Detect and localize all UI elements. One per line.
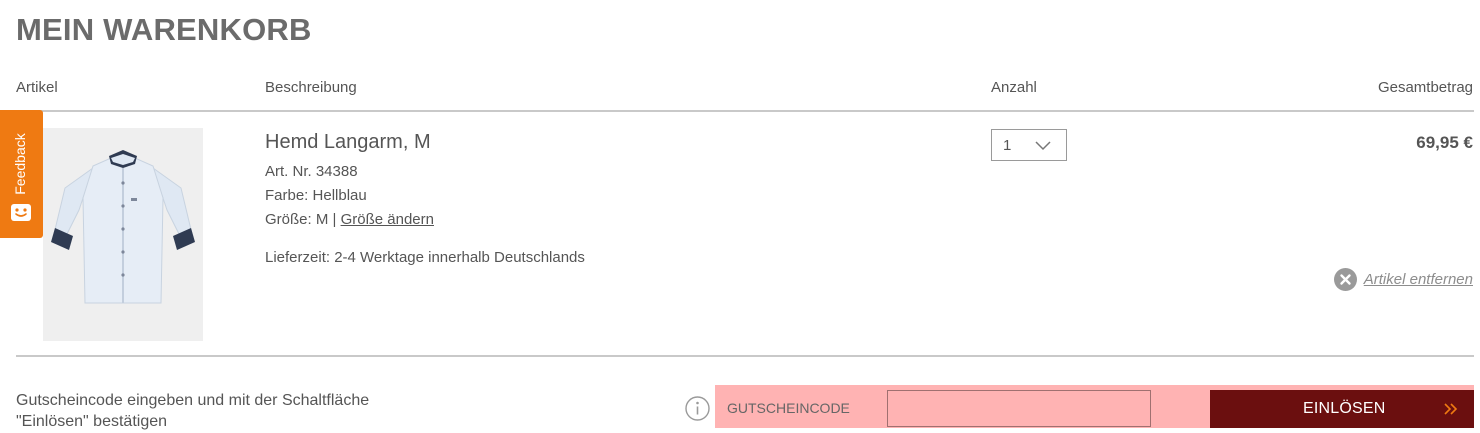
shirt-image-icon xyxy=(43,128,203,341)
feedback-tab[interactable]: Feedback xyxy=(0,110,43,238)
remove-item-label[interactable]: Artikel entfernen xyxy=(1364,271,1473,288)
redeem-button-label: EINLÖSEN xyxy=(1303,400,1386,417)
article-number: Art. Nr. 34388 xyxy=(265,163,358,180)
item-total-price: 69,95 € xyxy=(1416,133,1473,152)
column-header-gesamtbetrag: Gesamtbetrag xyxy=(1377,79,1473,96)
product-color: Farbe: Hellblau xyxy=(265,187,367,204)
column-header-beschreibung: Beschreibung xyxy=(265,79,357,96)
remove-item-button[interactable]: Artikel entfernen xyxy=(1333,268,1473,291)
divider-top xyxy=(16,110,1474,112)
product-image[interactable] xyxy=(43,128,203,341)
feedback-label: Feedback xyxy=(12,133,28,195)
coupon-hint: Gutscheincode eingeben und mit der Schal… xyxy=(16,392,370,430)
close-icon[interactable] xyxy=(1333,268,1357,291)
redeem-button[interactable]: EINLÖSEN xyxy=(1210,390,1474,428)
chevron-down-icon xyxy=(1035,141,1051,151)
coupon-label: GUTSCHEINCODE xyxy=(727,400,850,416)
page-title: MEIN WARENKORB xyxy=(16,12,312,47)
info-icon[interactable] xyxy=(685,396,710,421)
quantity-select[interactable]: 1 xyxy=(991,129,1067,161)
coupon-input[interactable] xyxy=(887,390,1151,427)
smiley-icon xyxy=(11,204,31,221)
column-header-anzahl: Anzahl xyxy=(991,79,1037,96)
size-value: Größe: M | xyxy=(265,211,341,228)
change-size-link[interactable]: Größe ändern xyxy=(341,211,434,228)
column-header-artikel: Artikel xyxy=(16,79,58,96)
coupon-form: GUTSCHEINCODE EINLÖSEN xyxy=(715,385,1474,428)
product-name[interactable]: Hemd Langarm, M xyxy=(265,131,431,154)
divider-bottom xyxy=(16,355,1474,357)
delivery-time: Lieferzeit: 2-4 Werktage innerhalb Deuts… xyxy=(265,249,585,266)
quantity-value: 1 xyxy=(1003,137,1012,154)
product-size: Größe: M | Größe ändern xyxy=(265,211,434,228)
double-chevron-right-icon xyxy=(1444,403,1458,415)
